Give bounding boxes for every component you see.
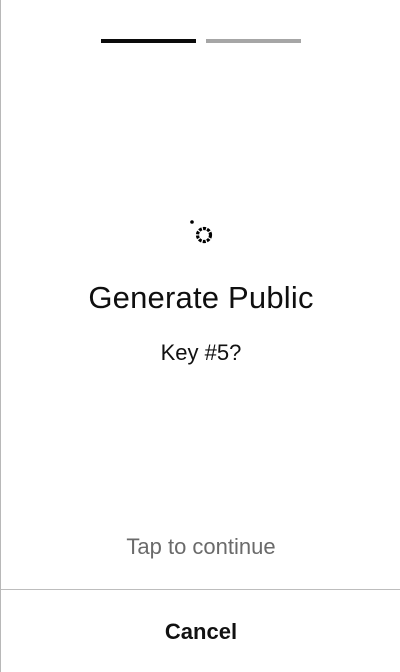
step-progress-indicator <box>101 39 301 43</box>
cancel-button[interactable]: Cancel <box>1 590 400 672</box>
screen-frame: Generate Public Key #5? Tap to continue … <box>0 0 400 672</box>
tap-to-continue-button[interactable]: Tap to continue <box>1 532 400 562</box>
page-title: Generate Public <box>88 280 314 315</box>
progress-step-inactive <box>206 39 301 43</box>
progress-step-active <box>101 39 196 43</box>
cancel-button-label: Cancel <box>164 619 238 644</box>
page-subtitle: Key #5? <box>160 340 242 365</box>
key-icon <box>190 220 213 244</box>
